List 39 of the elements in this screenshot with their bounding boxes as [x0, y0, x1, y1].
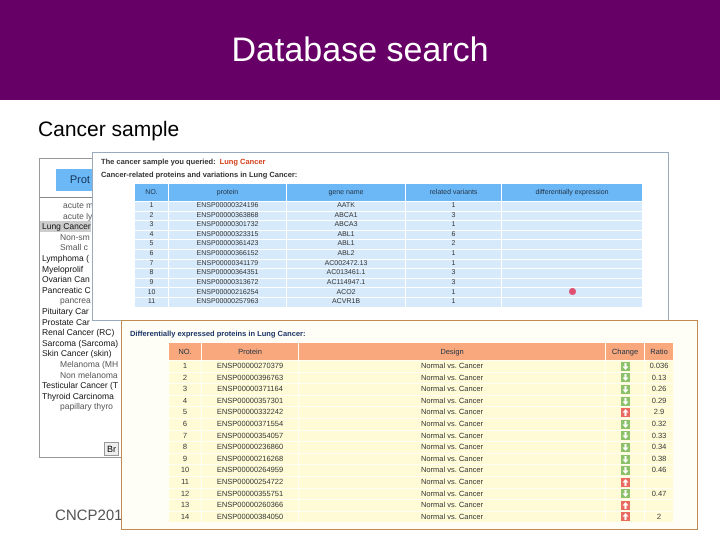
- cancer-list-item[interactable]: papillary thyro: [40, 401, 113, 412]
- cancer-list-item[interactable]: Sarcoma (Sarcoma): [40, 338, 118, 348]
- up-arrow-icon: [620, 500, 630, 510]
- cancer-list-item[interactable]: Skin Cancer (skin): [40, 348, 112, 359]
- cancer-list-item[interactable]: Small c: [40, 242, 88, 253]
- cancer-list-item[interactable]: Prostate Car: [40, 316, 90, 328]
- cancer-list-item[interactable]: Lung Cancer: [40, 221, 91, 232]
- down-arrow-icon: [620, 396, 630, 406]
- cancer-list-item[interactable]: Lymphoma (: [40, 252, 89, 264]
- cancer-list-item[interactable]: Renal Cancer (RC): [40, 327, 114, 338]
- cancer-list-item[interactable]: Ovarian Can: [40, 274, 90, 285]
- down-arrow-icon: [620, 466, 630, 476]
- down-arrow-icon: [620, 431, 630, 440]
- down-arrow-icon: [620, 442, 630, 452]
- cancer-list-item[interactable]: pancrea: [40, 295, 91, 306]
- up-arrow-icon: [620, 512, 630, 522]
- list-header: Prot: [56, 169, 92, 191]
- cancer-list-item[interactable]: acute ly: [40, 210, 92, 222]
- cancer-list-item[interactable]: Non melanoma: [40, 370, 118, 380]
- down-arrow-icon: [620, 454, 630, 464]
- slide-title: Database search: [231, 30, 489, 70]
- cancer-list-item[interactable]: Non-sm: [40, 232, 90, 242]
- down-arrow-icon: [620, 362, 630, 371]
- cancer-list-item[interactable]: Melanoma (MH: [40, 358, 118, 370]
- browse-button[interactable]: Br: [104, 442, 119, 456]
- cancer-list-item[interactable]: Testicular Cancer (T: [40, 380, 118, 391]
- expression-dot-icon[interactable]: [568, 288, 576, 296]
- cancer-list-item[interactable]: Pancreatic C: [40, 284, 91, 296]
- up-arrow-icon: [620, 408, 630, 418]
- up-arrow-icon: [620, 478, 630, 487]
- cancer-list-item[interactable]: Pituitary Car: [40, 306, 89, 317]
- slide-subtitle: Cancer sample: [38, 118, 180, 142]
- down-arrow-icon: [620, 420, 630, 429]
- slide-footer: CNCP201: [55, 507, 123, 524]
- cancer-list-item[interactable]: Thyroid Carcinoma: [40, 390, 114, 402]
- down-arrow-icon: [620, 373, 630, 382]
- down-arrow-icon: [620, 384, 630, 394]
- cancer-list-item[interactable]: Myeloprolif: [40, 264, 84, 274]
- down-arrow-icon: [620, 489, 630, 498]
